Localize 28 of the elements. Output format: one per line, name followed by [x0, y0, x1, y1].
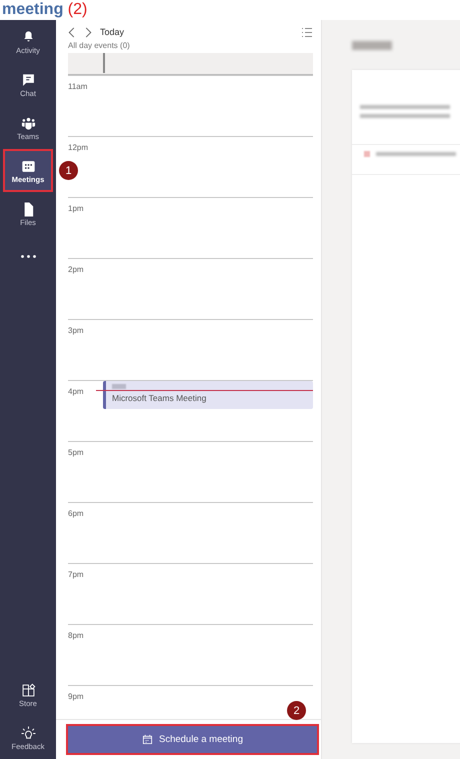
- hour-label: 11am: [68, 82, 88, 91]
- hour-label: 2pm: [68, 265, 84, 274]
- hour-label: 8pm: [68, 631, 84, 640]
- store-icon: [20, 682, 36, 698]
- hour-label: 6pm: [68, 509, 84, 518]
- blurred-text: [112, 384, 126, 389]
- lightbulb-icon: [20, 724, 36, 742]
- blurred-text: [352, 41, 392, 50]
- event-marker: [103, 53, 105, 73]
- calendar-add-icon: [142, 734, 153, 745]
- hour-label: 12pm: [68, 143, 88, 152]
- callout-number: 2: [287, 701, 306, 720]
- heading-text: meeting: [2, 1, 64, 18]
- hour-label: 5pm: [68, 448, 84, 457]
- hour-label: 1pm: [68, 204, 84, 213]
- list-icon[interactable]: [301, 26, 313, 38]
- hour-label: 7pm: [68, 570, 84, 579]
- heading-count: (2): [68, 1, 88, 18]
- blurred-icon: [364, 151, 370, 157]
- event-title: Microsoft Teams Meeting: [112, 393, 208, 403]
- hour-label: 4pm: [68, 387, 84, 396]
- hour-label: 9pm: [68, 692, 84, 701]
- schedule-meeting-button[interactable]: Schedule a meeting: [68, 726, 317, 753]
- today-button[interactable]: Today: [100, 27, 124, 37]
- all-day-label: All day events (0): [67, 41, 131, 52]
- more-icon: [20, 255, 36, 258]
- hour-label: 3pm: [68, 326, 84, 335]
- calendar-event[interactable]: Microsoft Teams Meeting: [103, 381, 313, 409]
